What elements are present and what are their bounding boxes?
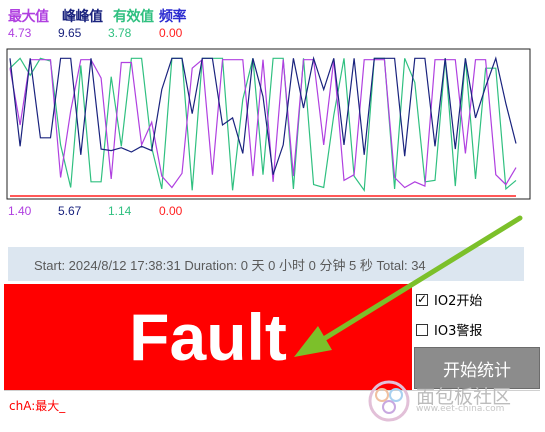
watermark-logo-icon — [368, 380, 410, 422]
watermark-url: www.eet-china.com — [416, 404, 505, 414]
legend-peak-to-peak: 峰峰值 — [62, 9, 103, 25]
io2-start-checkbox[interactable]: IO2开始 — [416, 290, 482, 309]
io3-alarm-label: IO3警报 — [434, 324, 483, 339]
waveform-chart — [6, 48, 531, 200]
top-value-rms: 3.78 — [108, 26, 132, 40]
checkbox-unchecked-icon[interactable] — [416, 323, 428, 336]
bottom-value-max: 1.40 — [8, 204, 32, 218]
fault-label: Fault — [129, 300, 287, 374]
top-value-max: 4.73 — [8, 26, 32, 40]
status-text: Start: 2024/8/12 17:38:31 Duration: 0 天 … — [34, 257, 426, 273]
checkbox-checked-icon[interactable] — [416, 292, 428, 306]
legend-frequency: 频率 — [159, 9, 187, 25]
log-text: chA:最大_ — [9, 399, 66, 413]
top-value-frequency: 0.00 — [159, 26, 183, 40]
bottom-value-frequency: 0.00 — [159, 204, 183, 218]
io2-start-label: IO2开始 — [434, 294, 483, 309]
fault-indicator: Fault — [4, 284, 412, 390]
io3-alarm-checkbox[interactable]: IO3警报 — [416, 320, 482, 339]
legend-rms: 有效值 — [113, 9, 154, 25]
bottom-value-rms: 1.14 — [108, 204, 132, 218]
legend-max: 最大值 — [8, 9, 49, 25]
statistics-status-bar: Start: 2024/8/12 17:38:31 Duration: 0 天 … — [8, 247, 524, 281]
top-value-peak-to-peak: 9.65 — [58, 26, 82, 40]
bottom-value-peak-to-peak: 5.67 — [58, 204, 82, 218]
